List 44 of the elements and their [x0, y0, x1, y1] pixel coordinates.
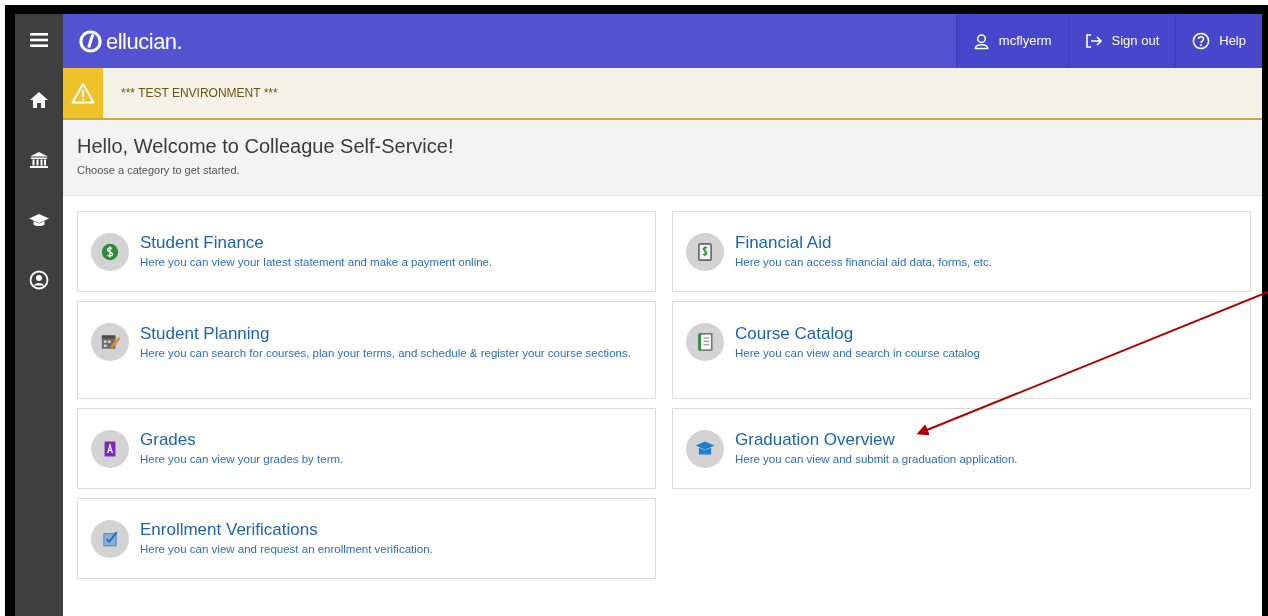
- category-card[interactable]: Enrollment Verifications Here you can view and request an enrollment verification.: [77, 498, 656, 579]
- sign-out-icon: [1084, 33, 1103, 49]
- category-title[interactable]: Grades: [140, 429, 344, 451]
- checked-document-icon: [91, 519, 129, 558]
- header-button[interactable]: mcflyerm: [955, 14, 1068, 68]
- category-description: Here you can view your latest statement and make a payment online.: [140, 255, 493, 270]
- category-title[interactable]: Financial Aid: [735, 232, 992, 254]
- home-icon[interactable]: [29, 90, 49, 110]
- menu-icon[interactable]: [29, 30, 49, 50]
- category-description: Here you can search for courses, plan your terms, and schedule & register your course sections.: [140, 346, 631, 361]
- header-button[interactable]: Help: [1175, 14, 1262, 68]
- warning-icon: [71, 82, 95, 104]
- category-card[interactable]: Graduation Overview Here you can view and submit a graduation application.: [672, 408, 1251, 489]
- calendar-pencil-icon: [91, 323, 129, 361]
- category-description: Here you can view your grades by term.: [140, 452, 344, 467]
- banner-text: *** TEST ENVIRONMENT ***: [121, 85, 278, 102]
- welcome-subtitle: Choose a category to get started.: [77, 163, 241, 178]
- category-description: Here you can view and request an enrollment verification.: [140, 542, 433, 557]
- dollar-coin-icon: [91, 232, 129, 271]
- category-title[interactable]: Course Catalog: [735, 323, 980, 345]
- help-icon: [1192, 32, 1211, 50]
- grade-card-icon: [91, 429, 129, 468]
- header-button[interactable]: Sign out: [1067, 14, 1176, 68]
- bank-icon[interactable]: [29, 150, 49, 170]
- category-card[interactable]: Financial Aid Here you can access financial aid data, forms, etc.: [672, 211, 1251, 292]
- logo-icon: [79, 29, 102, 53]
- category-card[interactable]: Grades Here you can view your grades by term.: [77, 408, 656, 489]
- category-title[interactable]: Student Planning: [140, 323, 631, 345]
- category-description: Here you can view and search in course catalog: [735, 346, 980, 361]
- category-title[interactable]: Graduation Overview: [735, 429, 1018, 451]
- money-document-icon: [686, 232, 724, 271]
- category-card[interactable]: Student Finance Here you can view your latest statement and make a payment online.: [77, 211, 656, 292]
- category-card[interactable]: Student Planning Here you can search for courses, plan your terms, and schedule & register your course sections.: [77, 301, 656, 399]
- category-card[interactable]: Course Catalog Here you can view and search in course catalog: [672, 301, 1251, 399]
- category-title[interactable]: Enrollment Verifications: [140, 519, 433, 541]
- category-description: Here you can view and submit a graduation application.: [735, 452, 1018, 467]
- notebook-icon: [686, 323, 724, 361]
- welcome-title: Hello, Welcome to Colleague Self-Service!: [77, 134, 455, 159]
- logo-text: ellucian.: [106, 27, 183, 56]
- category-description: Here you can access financial aid data, forms, etc.: [735, 255, 992, 270]
- user-circle-icon[interactable]: [29, 270, 49, 290]
- category-title[interactable]: Student Finance: [140, 232, 493, 254]
- graduation-cap-icon: [686, 429, 724, 468]
- user-icon: [972, 32, 990, 50]
